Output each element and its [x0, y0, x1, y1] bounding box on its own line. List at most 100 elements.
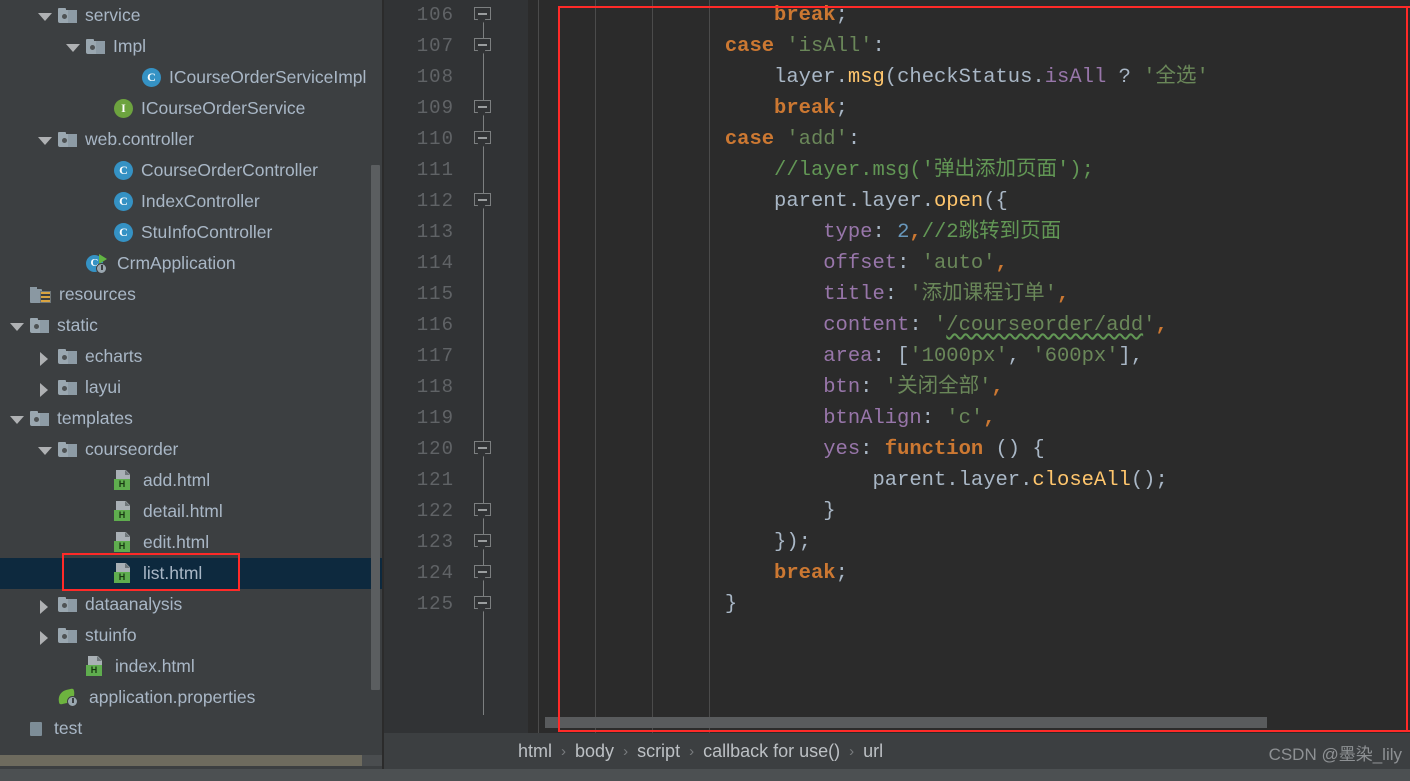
code-editor[interactable]: 106 107 108 109 110 111 112 113 114 115 116 117 118 1…: [384, 0, 1410, 733]
line-number: 109: [416, 97, 454, 119]
line-number: 113: [416, 221, 454, 243]
tree-item-application-properties[interactable]: application.properties: [0, 682, 384, 713]
code-line[interactable]: case 'add':: [528, 124, 1410, 155]
chevron-down-icon[interactable]: [8, 410, 26, 428]
code-token: open: [934, 190, 984, 213]
tree-item-layui[interactable]: layui: [0, 372, 384, 403]
no-chevron-spacer: [64, 255, 82, 273]
code-token: case: [724, 128, 775, 151]
tree-item-edit-html[interactable]: Hedit.html: [0, 527, 384, 558]
code-line[interactable]: break;: [528, 0, 1410, 31]
tree-item-web-controller[interactable]: web.controller: [0, 124, 384, 155]
tree-item-list-html[interactable]: Hlist.html: [0, 558, 384, 589]
code-line[interactable]: case 'isAll':: [528, 31, 1410, 62]
tree-item-templates[interactable]: templates: [0, 403, 384, 434]
code-line[interactable]: type: 2,//2跳转到页面: [528, 217, 1410, 248]
sidebar-horizontal-scrollbar-thumb[interactable]: [0, 755, 362, 766]
chevron-down-icon[interactable]: [36, 131, 54, 149]
editor-gutter[interactable]: 106 107 108 109 110 111 112 113 114 115 116 117 118 1…: [384, 0, 528, 733]
code-line[interactable]: }: [528, 589, 1410, 620]
code-fold-toggle[interactable]: [474, 38, 491, 56]
tree-item-resources[interactable]: resources: [0, 279, 384, 310]
code-line[interactable]: title: '添加课程订单',: [528, 279, 1410, 310]
code-fold-toggle[interactable]: [474, 534, 491, 552]
tree-item-crmapplication[interactable]: C CrmApplication: [0, 248, 384, 279]
code-line[interactable]: area: ['1000px', '600px'],: [528, 341, 1410, 372]
line-number: 112: [416, 190, 454, 212]
tree-item-test[interactable]: test: [0, 713, 384, 744]
tree-item-echarts[interactable]: echarts: [0, 341, 384, 372]
breadcrumb-item[interactable]: html: [518, 741, 552, 762]
project-tree-panel: service Impl C ICourseOrderServiceImpl I ICou…: [0, 0, 384, 755]
code-line[interactable]: //layer.msg('弹出添加页面');: [528, 155, 1410, 186]
tree-item-index-html[interactable]: Hindex.html: [0, 651, 384, 682]
tree-item-dataanalysis[interactable]: dataanalysis: [0, 589, 384, 620]
code-token: parent: [872, 469, 947, 492]
tree-item-icourseorderservice[interactable]: I ICourseOrderService: [0, 93, 384, 124]
code-fold-toggle[interactable]: [474, 565, 491, 583]
chevron-down-icon[interactable]: [8, 317, 26, 335]
breadcrumb-item[interactable]: url: [863, 741, 883, 762]
editor-code-area[interactable]: break; case 'isAll': layer.msg(checkStat…: [528, 0, 1410, 733]
code-token: ,: [909, 221, 922, 244]
chevron-down-icon[interactable]: [64, 38, 82, 56]
chevron-right-icon[interactable]: [36, 348, 54, 366]
code-token: ,: [991, 376, 1004, 399]
tree-item-static[interactable]: static: [0, 310, 384, 341]
code-fold-toggle[interactable]: [474, 7, 491, 25]
tree-item-stuinfocontroller[interactable]: C StuInfoController: [0, 217, 384, 248]
code-token: .: [847, 190, 861, 213]
sidebar-vertical-scrollbar[interactable]: [371, 165, 380, 690]
line-number: 117: [416, 345, 454, 367]
breadcrumb-item[interactable]: script: [637, 741, 680, 762]
tree-item-label: static: [57, 315, 98, 335]
tree-item-add-html[interactable]: Hadd.html: [0, 465, 384, 496]
code-fold-toggle[interactable]: [474, 193, 491, 211]
code-fold-toggle[interactable]: [474, 503, 491, 521]
tree-item-icourseorderserviceimpl[interactable]: C ICourseOrderServiceImpl: [0, 62, 384, 93]
tree-item-indexcontroller[interactable]: C IndexController: [0, 186, 384, 217]
chevron-right-icon[interactable]: [36, 596, 54, 614]
breadcrumb-item[interactable]: body: [575, 741, 614, 762]
code-fold-toggle[interactable]: [474, 596, 491, 614]
code-line[interactable]: content: '/courseorder/add',: [528, 310, 1410, 341]
code-line[interactable]: layer.msg(checkStatus.isAll ? '全选': [528, 62, 1410, 93]
code-line[interactable]: parent.layer.closeAll();: [528, 465, 1410, 496]
code-line[interactable]: btnAlign: 'c',: [528, 403, 1410, 434]
code-line[interactable]: parent.layer.open({: [528, 186, 1410, 217]
tree-item-detail-html[interactable]: Hdetail.html: [0, 496, 384, 527]
code-fold-toggle[interactable]: [474, 441, 491, 459]
chevron-right-icon[interactable]: [36, 627, 54, 645]
code-line[interactable]: break;: [528, 558, 1410, 589]
tree-item-courseorder[interactable]: courseorder: [0, 434, 384, 465]
breadcrumb-item[interactable]: callback for use(): [703, 741, 840, 762]
code-line[interactable]: }: [528, 496, 1410, 527]
folder-icon: [58, 597, 77, 612]
code-line[interactable]: btn: '关闭全部',: [528, 372, 1410, 403]
code-line[interactable]: offset: 'auto',: [528, 248, 1410, 279]
code-line[interactable]: yes: function () {: [528, 434, 1410, 465]
spring-application-icon: C: [86, 253, 109, 274]
code-line[interactable]: });: [528, 527, 1410, 558]
editor-horizontal-scrollbar[interactable]: [545, 717, 1267, 728]
tree-item-stuinfo[interactable]: stuinfo: [0, 620, 384, 651]
code-token: ,: [1007, 345, 1033, 368]
tree-item-courseordercontroller[interactable]: C CourseOrderController: [0, 155, 384, 186]
tree-item-service[interactable]: service: [0, 0, 384, 31]
java-class-icon: C: [114, 161, 133, 180]
code-line[interactable]: break;: [528, 93, 1410, 124]
chevron-down-icon[interactable]: [36, 7, 54, 25]
tree-item-impl[interactable]: Impl: [0, 31, 384, 62]
code-fold-toggle[interactable]: [474, 131, 491, 149]
chevron-down-icon[interactable]: [36, 441, 54, 459]
chevron-right-icon[interactable]: [36, 379, 54, 397]
code-fold-toggle[interactable]: [474, 100, 491, 118]
code-token: '关闭全部': [884, 376, 992, 399]
code-token: checkStatus: [897, 66, 1033, 89]
